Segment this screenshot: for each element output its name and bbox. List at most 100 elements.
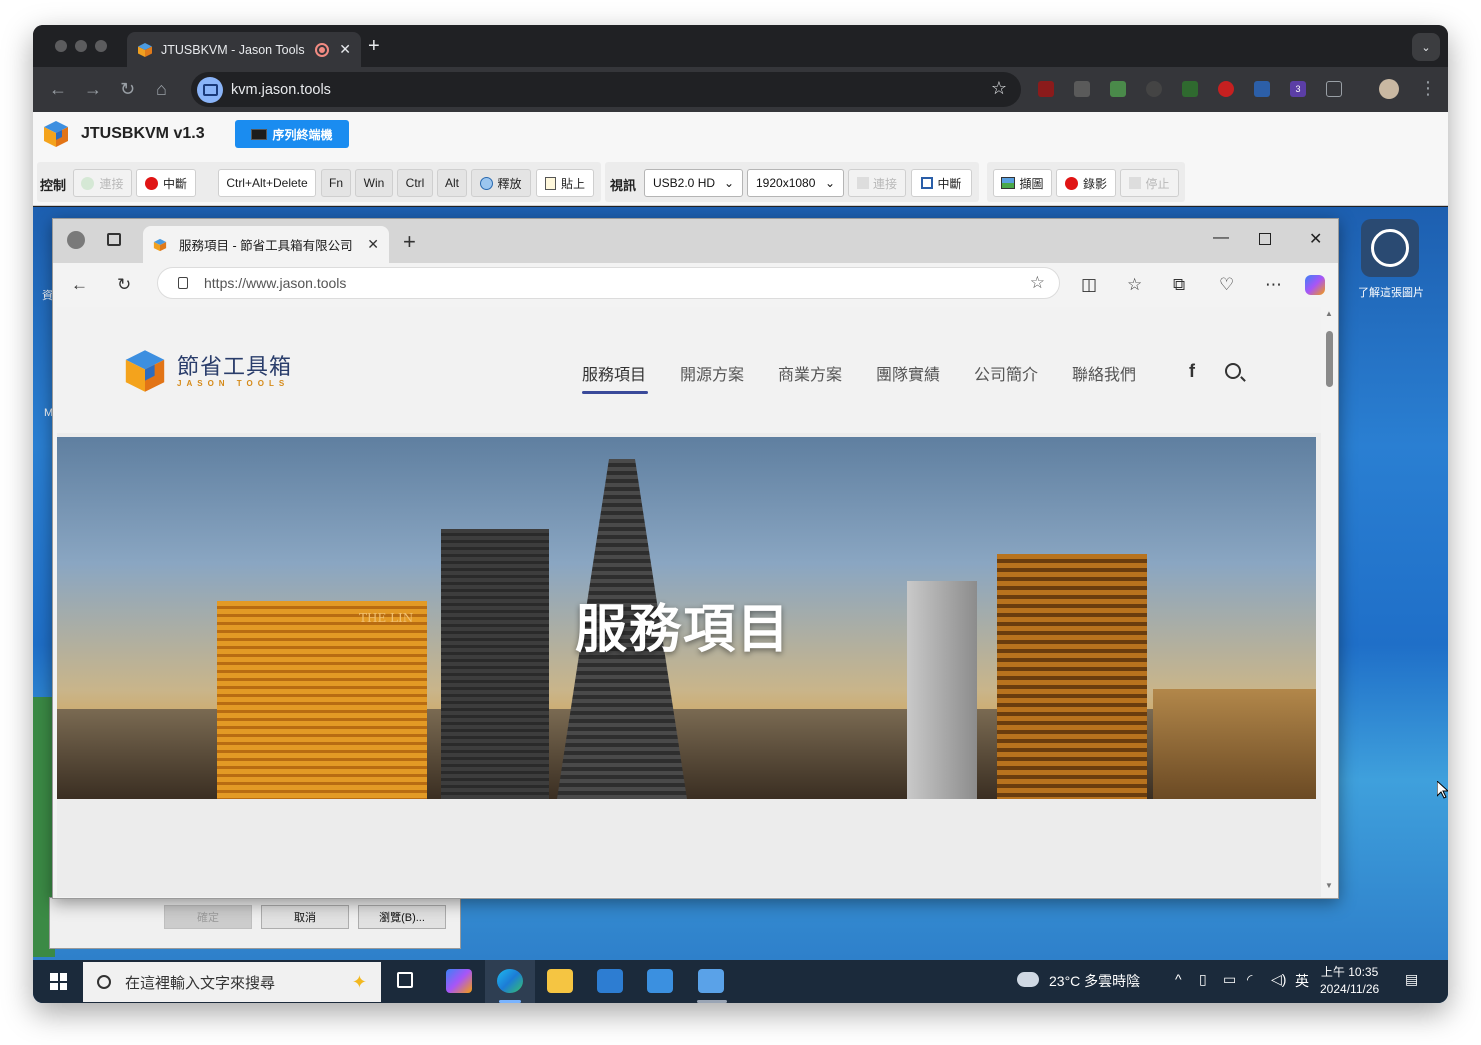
- fn-key-button[interactable]: Fn: [321, 169, 351, 197]
- resolution-select[interactable]: 1920x1080 ⌄: [747, 169, 844, 197]
- tab-search-button[interactable]: ⌄: [1412, 33, 1440, 61]
- edge-taskbar-icon[interactable]: [497, 969, 523, 993]
- remote-app-icon[interactable]: [698, 969, 724, 993]
- win-key-button[interactable]: Win: [355, 169, 393, 197]
- new-tab-button[interactable]: +: [403, 229, 416, 255]
- ok-button[interactable]: 確定: [164, 905, 252, 929]
- refresh-icon[interactable]: ↻: [117, 275, 131, 295]
- screenshot-button[interactable]: 擷圖: [993, 169, 1052, 197]
- back-icon[interactable]: ←: [49, 79, 67, 100]
- badge-extension-icon[interactable]: 3: [1290, 81, 1306, 97]
- collections-icon[interactable]: ⧉: [1173, 275, 1185, 295]
- drive-extension-icon[interactable]: [1182, 81, 1198, 97]
- nav-about[interactable]: 公司簡介: [974, 361, 1072, 385]
- close-tab-icon[interactable]: ✕: [339, 41, 351, 58]
- taskbar-search-box[interactable]: 在這裡輸入文字來搜尋 ✦: [83, 962, 381, 1002]
- maximize-icon[interactable]: [1259, 233, 1271, 245]
- close-window-button[interactable]: [55, 40, 67, 52]
- reload-icon[interactable]: ↻: [120, 79, 135, 100]
- camera-ring-icon: [1371, 229, 1409, 267]
- windows-start-icon[interactable]: [50, 973, 67, 990]
- learn-about-picture-icon[interactable]: [1361, 219, 1419, 277]
- nav-contact[interactable]: 聯絡我們: [1072, 361, 1170, 385]
- task-view-icon[interactable]: [397, 972, 413, 988]
- paste-button[interactable]: 貼上: [536, 169, 594, 197]
- wifi-icon[interactable]: ◜: [1247, 971, 1252, 988]
- four-extension-icon[interactable]: [1254, 81, 1270, 97]
- bookmark-star-icon[interactable]: ☆: [991, 78, 1007, 99]
- new-tab-button[interactable]: +: [368, 35, 380, 58]
- scroll-thumb[interactable]: [1326, 331, 1333, 387]
- mail-icon[interactable]: [647, 969, 673, 993]
- file-explorer-icon[interactable]: [547, 969, 573, 993]
- copilot-icon[interactable]: [1305, 275, 1325, 295]
- weather-icon[interactable]: [1017, 972, 1039, 987]
- profile-icon[interactable]: [67, 231, 85, 249]
- edge-address-bar[interactable]: https://www.jason.tools ☆: [157, 267, 1060, 299]
- video-device-select[interactable]: USB2.0 HD ⌄: [644, 169, 743, 197]
- minimize-icon[interactable]: —: [1213, 229, 1229, 247]
- alt-key-button[interactable]: Alt: [437, 169, 467, 197]
- pause-extension-icon[interactable]: [1146, 81, 1162, 97]
- volume-icon[interactable]: ◁): [1271, 971, 1286, 988]
- record-button[interactable]: 錄影: [1056, 169, 1116, 197]
- red-dot-icon: [144, 176, 158, 190]
- undo-extension-icon[interactable]: [1074, 81, 1090, 97]
- notifications-icon[interactable]: ▤: [1405, 971, 1418, 988]
- search-icon[interactable]: [1225, 363, 1241, 379]
- ublock-extension-icon[interactable]: [1038, 81, 1054, 97]
- alert-extension-icon[interactable]: [1218, 81, 1234, 97]
- page-scrollbar[interactable]: ▲ ▼: [1322, 307, 1336, 897]
- nav-open-source[interactable]: 開源方案: [680, 361, 778, 385]
- close-tab-icon[interactable]: ✕: [367, 236, 379, 253]
- profile-avatar[interactable]: [1379, 79, 1399, 99]
- store-icon[interactable]: [597, 969, 623, 993]
- weather-text[interactable]: 23°C 多雲時陰: [1049, 971, 1140, 991]
- more-options-icon[interactable]: ⋯: [1265, 275, 1282, 295]
- forward-icon[interactable]: →: [84, 79, 102, 100]
- ime-indicator[interactable]: 英: [1295, 971, 1309, 991]
- copilot-taskbar-icon[interactable]: [446, 969, 472, 993]
- extensions-puzzle-icon[interactable]: [1326, 81, 1342, 97]
- browser-tab[interactable]: JTUSBKVM - Jason Tools ✕: [127, 32, 361, 67]
- address-bar[interactable]: kvm.jason.tools ☆: [191, 72, 1021, 107]
- edge-tab[interactable]: 服務項目 - 節省工具箱有限公司 ✕: [143, 226, 389, 263]
- chrome-menu-icon[interactable]: ⋮: [1419, 78, 1437, 99]
- close-window-icon[interactable]: ✕: [1309, 229, 1322, 249]
- jasontools-logo-icon[interactable]: [121, 347, 169, 395]
- network-icon[interactable]: ▭: [1223, 971, 1236, 988]
- back-icon[interactable]: ←: [71, 275, 88, 295]
- connect-button[interactable]: 連接: [73, 169, 132, 197]
- taskbar-clock[interactable]: 上午 10:35 2024/11/26: [1320, 964, 1379, 998]
- nav-services[interactable]: 服務項目: [582, 361, 680, 385]
- disconnect-button[interactable]: 中斷: [136, 169, 196, 197]
- nav-portfolio[interactable]: 團隊實績: [876, 361, 974, 385]
- browse-button[interactable]: 瀏覽(B)...: [358, 905, 446, 929]
- remote-desktop-view[interactable]: 資 M 了解這張圖片 確定 取消 瀏覽(B)... 服務項目 - 節省工具箱有限…: [33, 207, 1448, 1003]
- facebook-icon[interactable]: f: [1189, 361, 1195, 382]
- favorite-star-icon[interactable]: ☆: [1030, 273, 1045, 293]
- ctrl-alt-delete-button[interactable]: Ctrl+Alt+Delete: [218, 169, 316, 197]
- minimize-window-button[interactable]: [75, 40, 87, 52]
- split-screen-icon[interactable]: ◫: [1081, 275, 1097, 295]
- video-connect-button[interactable]: 連接: [848, 169, 906, 197]
- cancel-button[interactable]: 取消: [261, 905, 349, 929]
- scroll-down-icon[interactable]: ▼: [1325, 881, 1333, 890]
- browser-essentials-icon[interactable]: ♡: [1219, 275, 1234, 295]
- zoom-window-button[interactable]: [95, 40, 107, 52]
- nav-business[interactable]: 商業方案: [778, 361, 876, 385]
- scroll-up-icon[interactable]: ▲: [1325, 309, 1333, 318]
- search-highlight-icon: ✦: [351, 972, 367, 992]
- stop-button[interactable]: 停止: [1120, 169, 1179, 197]
- grid-extension-icon[interactable]: [1110, 81, 1126, 97]
- ctrl-key-button[interactable]: Ctrl: [397, 169, 433, 197]
- video-disconnect-button[interactable]: 中斷: [911, 169, 972, 197]
- site-info-icon[interactable]: [197, 76, 223, 103]
- tab-actions-icon[interactable]: [107, 233, 121, 246]
- tray-app-icon[interactable]: ▯: [1199, 971, 1207, 988]
- home-icon[interactable]: ⌂: [156, 79, 167, 100]
- favorites-icon[interactable]: ☆: [1127, 275, 1142, 295]
- release-button[interactable]: 釋放: [471, 169, 531, 197]
- serial-terminal-button[interactable]: 序列終端機: [235, 120, 349, 148]
- tray-chevron-icon[interactable]: ^: [1175, 971, 1182, 987]
